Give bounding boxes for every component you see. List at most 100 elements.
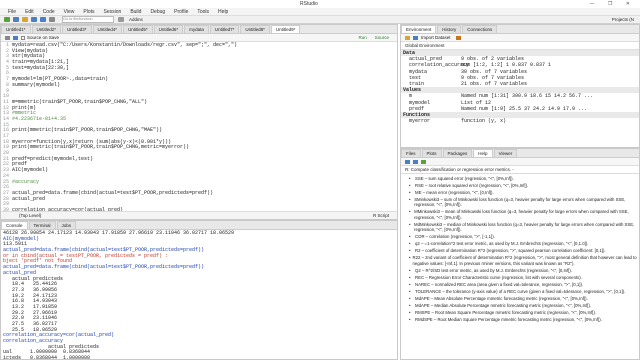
help-item-text: NAREC – normalized REC area (area given … [415, 281, 584, 287]
save-workspace-icon[interactable] [413, 35, 418, 40]
editor-tab[interactable]: Untitled5* [123, 25, 153, 33]
help-item-text: R2 – coefficient of determination R^2 (r… [415, 248, 606, 254]
help-list-item: • SSE – sum squared error (regression, "<… [401, 176, 639, 181]
help-item-text: ME – mean error (regression, "<", [0,Inf… [415, 190, 494, 195]
editor-tab-active[interactable]: Untitled9* [270, 25, 301, 33]
code-text: print(mmetric(train$PT_POOR,train$POP_CH… [12, 144, 190, 151]
help-pane: Files Plots Packages Help Viewer R: Comp… [400, 148, 640, 360]
tab-connections[interactable]: Connections [462, 25, 498, 33]
tab-files[interactable]: Files [401, 149, 421, 157]
editor-tab[interactable]: Untitled7* [209, 25, 240, 33]
menu-debug[interactable]: Debug [150, 9, 165, 15]
run-button[interactable]: Run [358, 35, 366, 40]
window-title: RStudio [300, 1, 318, 7]
help-list-item: • SMinkowski3 – sum of Minkowski loss fun… [401, 197, 639, 208]
editor-toolbar: Source on Save Run Source [1, 34, 397, 42]
back-icon[interactable] [5, 35, 10, 40]
addins-menu[interactable]: Addins [129, 17, 143, 22]
code-tools-icon[interactable] [118, 17, 124, 22]
import-dataset-button[interactable]: Import Dataset [421, 35, 451, 40]
home-icon[interactable] [421, 159, 426, 164]
help-list-item: • NAREC – normalized REC area (area given… [401, 282, 639, 287]
tab-history[interactable]: History [437, 25, 462, 33]
editor-tab[interactable]: Untitled3* [62, 25, 92, 33]
console-output[interactable]: 46128 26.99854 24.17123 14.93043 17.9185… [1, 230, 397, 359]
code-text: #accuracy [12, 178, 40, 185]
clear-workspace-icon[interactable] [455, 35, 461, 40]
menu-help[interactable]: Help [218, 9, 228, 15]
menu-file[interactable]: File [8, 9, 16, 15]
help-list-item: • MdAPE – Mean Absolute Percentage mmetri… [401, 296, 639, 301]
menu-view[interactable]: View [64, 9, 75, 15]
help-item-text: SMinkowski3 – sum of Minkowski loss func… [414, 197, 626, 208]
tab-packages[interactable]: Packages [442, 149, 473, 157]
help-item-text: q2 – =1-correlation^2 test error metric,… [415, 241, 589, 247]
help-topic-title: R: Compute classification or regression … [405, 167, 514, 172]
help-item-text: MdAPE – Median Absolute Percentage mmetr… [415, 302, 592, 308]
tab-help[interactable]: Help [473, 149, 493, 157]
go-to-file-input[interactable]: Go to file/function [62, 16, 114, 23]
back-icon[interactable] [405, 159, 410, 164]
editor-tab[interactable]: Untitled1* [1, 25, 31, 33]
scope-indicator[interactable]: (Top Level) [19, 213, 41, 218]
help-item-text: Q2 – R^2/SD test error metric, as used b… [415, 267, 573, 273]
save-all-icon[interactable] [40, 17, 46, 22]
object-value: Named num [1:9] 25.5 37 24.2 14.9 17.9 .… [461, 106, 588, 113]
source-button[interactable]: Source [375, 35, 389, 40]
new-project-icon[interactable] [13, 17, 19, 22]
help-list-item: • REC – Regression Error Characteristic c… [401, 275, 639, 280]
code-text: #4.223671e-01+4.35 [12, 115, 67, 122]
help-list-item: • MMinkowski3 – mean of Minkowski loss fu… [401, 209, 639, 220]
menu-session[interactable]: Session [104, 9, 122, 15]
console-tabs: Console Terminal Jobs [1, 221, 397, 230]
code-text: summary(mymodel) [12, 81, 61, 88]
environment-object-row[interactable]: predf Named num [1:9] 25.5 37 24.2 14.9 1… [401, 106, 639, 112]
tab-viewer[interactable]: Viewer [493, 149, 518, 157]
tab-console[interactable]: Console [1, 221, 28, 229]
code-text: actual_pred [12, 195, 46, 202]
editor-tab[interactable]: Untitled4* [92, 25, 123, 33]
forward-icon[interactable] [413, 159, 418, 164]
scope-bar: Global Environment [401, 42, 639, 50]
menu-code[interactable]: Code [43, 9, 55, 15]
projects-menu[interactable]: Projects (N [612, 17, 634, 22]
open-file-icon[interactable] [22, 17, 28, 22]
load-workspace-icon[interactable] [405, 35, 410, 40]
menu-plots[interactable]: Plots [83, 9, 94, 15]
tab-environment[interactable]: Environment [401, 25, 437, 33]
environment-object-row[interactable]: train 21 obs. of 7 variables [401, 81, 639, 87]
menu-bar: File Edit Code View Plots Session Build … [0, 8, 640, 16]
editor-status-bar: (Top Level) R Script [1, 211, 397, 219]
window-controls[interactable]: — ❐ ✕ [590, 1, 636, 7]
help-list-item: • COR – correlation (regression, ">", [-1… [401, 234, 639, 239]
environment-toolbar: Import Dataset [401, 34, 639, 42]
help-list-item: • Q2 – R^2/SD test error metric, as used … [401, 268, 639, 273]
menu-build[interactable]: Build [130, 9, 141, 15]
help-toolbar [401, 158, 639, 166]
help-item-text: COR – correlation (regression, ">", [-1,… [415, 234, 495, 240]
environment-scope-select[interactable]: Global Environment [405, 43, 445, 48]
tab-jobs[interactable]: Jobs [56, 221, 77, 229]
environment-object-row[interactable]: myerror function (y, x) [401, 118, 639, 124]
new-file-icon[interactable] [4, 17, 10, 22]
save-icon[interactable] [13, 35, 18, 40]
editor-tab[interactable]: Untitled2* [31, 25, 62, 33]
help-item-text: RSE – root relative squared error (regre… [415, 183, 529, 188]
print-icon[interactable] [49, 17, 55, 22]
tab-plots[interactable]: Plots [421, 149, 442, 157]
code-editor[interactable]: 1 mydata=read.csv("C:/Users/Konstantin/Do… [1, 42, 397, 219]
console-pane: Console Terminal Jobs 46128 26.99854 24.… [0, 220, 398, 360]
save-icon[interactable] [31, 17, 37, 22]
editor-tab[interactable]: Untitled8* [240, 25, 270, 33]
menu-tools[interactable]: Tools [197, 9, 209, 15]
menu-profile[interactable]: Profile [174, 9, 188, 15]
source-on-save-checkbox[interactable] [21, 35, 25, 40]
language-indicator[interactable]: R Script [373, 212, 389, 219]
tab-terminal[interactable]: Terminal [28, 221, 56, 229]
menu-edit[interactable]: Edit [25, 9, 34, 15]
help-item-text: REC – Regression Error Characteristic cu… [415, 274, 582, 280]
environment-pane: Environment History Connections Import D… [400, 24, 640, 148]
editor-tab[interactable]: mydata [184, 25, 209, 33]
help-content: • SSE – sum squared error (regression, "<… [401, 174, 639, 322]
editor-tab[interactable]: Untitled6* [153, 25, 184, 33]
